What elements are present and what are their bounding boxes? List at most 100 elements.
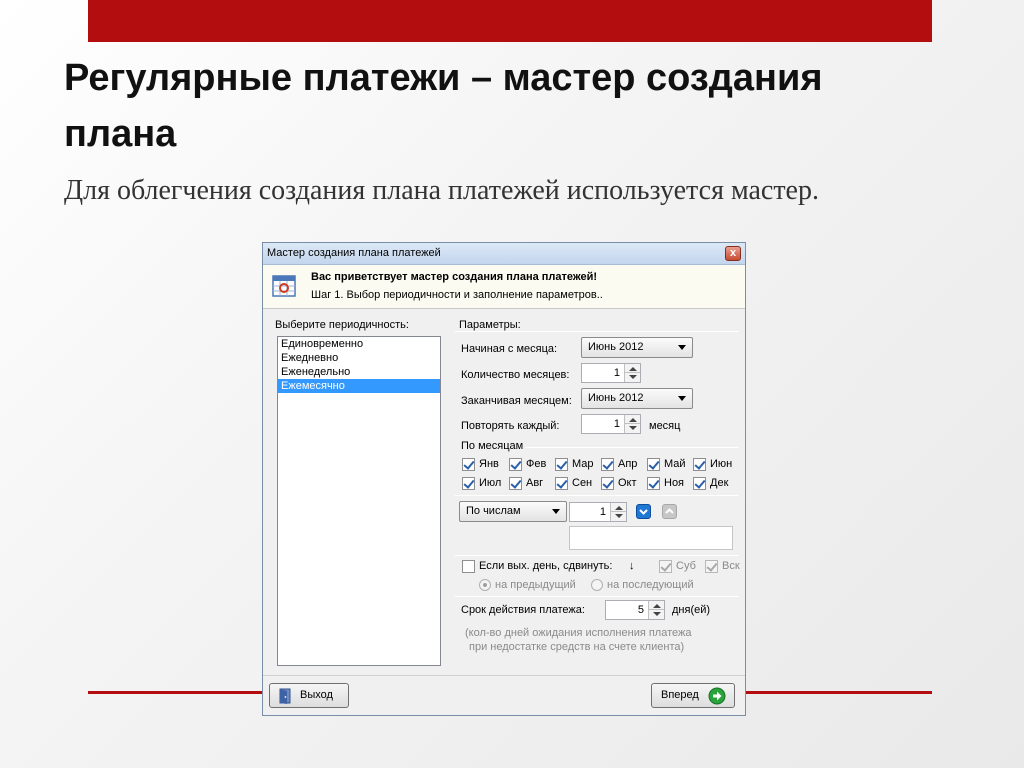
radio-previous[interactable]	[479, 579, 491, 591]
shift-separator	[455, 555, 739, 556]
start-month-select[interactable]: Июнь 2012	[581, 337, 693, 358]
checkbox-aug[interactable]	[509, 477, 522, 490]
checkbox-sep[interactable]	[555, 477, 568, 490]
chevron-down-icon	[678, 396, 686, 401]
periodicity-label: Выберите периодичность:	[275, 319, 409, 331]
month-label: Окт	[618, 477, 637, 489]
month-label: Дек	[710, 477, 729, 489]
stepper-buttons[interactable]	[648, 601, 664, 619]
shift-label: Если вых. день, сдвинуть:	[479, 560, 613, 572]
checkbox-jul[interactable]	[462, 477, 475, 490]
next-label: на последующий	[607, 579, 694, 591]
month-label: Янв	[479, 458, 499, 470]
calendar-icon	[272, 275, 296, 297]
checkbox-oct[interactable]	[601, 477, 614, 490]
month-label: Мар	[572, 458, 594, 470]
chevron-down-icon	[552, 509, 560, 514]
start-month-value: Июнь 2012	[588, 341, 644, 353]
month-label: Май	[664, 458, 686, 470]
month-label: Ноя	[664, 477, 685, 489]
params-separator	[455, 331, 739, 332]
chevron-up-button[interactable]	[662, 504, 677, 519]
term-unit: дня(ей)	[672, 604, 711, 616]
top-accent-bar	[88, 0, 932, 42]
exit-button-label: Выход	[300, 689, 333, 701]
term-note-line2: при недостатке средств на счете клиента)	[469, 641, 685, 653]
checkbox-nov[interactable]	[647, 477, 660, 490]
checkbox-sat[interactable]	[659, 560, 672, 573]
months-count-label: Количество месяцев:	[461, 369, 570, 381]
stepper-buttons[interactable]	[624, 415, 640, 433]
term-value: 5	[637, 604, 644, 616]
checkbox-may[interactable]	[647, 458, 660, 471]
month-label: Апр	[618, 458, 638, 470]
door-icon	[279, 688, 291, 704]
end-month-label: Заканчивая месяцем:	[461, 395, 572, 407]
repeat-unit: месяц	[649, 420, 681, 432]
chevron-up-icon	[665, 508, 674, 514]
list-item[interactable]: Единовременно	[278, 337, 440, 351]
periodicity-listbox[interactable]: Единовременно Ежедневно Еженедельно Ежем…	[277, 336, 441, 666]
by-dates-select[interactable]: По числам	[459, 501, 567, 522]
months-count-stepper[interactable]: 1	[581, 363, 641, 383]
month-label: Авг	[526, 477, 544, 489]
term-label: Срок действия платежа:	[461, 604, 585, 616]
sun-label: Вск	[722, 560, 740, 572]
dialog-title: Мастер создания плана платежей	[267, 247, 441, 259]
chevron-down-icon	[678, 345, 686, 350]
checkbox-jan[interactable]	[462, 458, 475, 471]
term-stepper[interactable]: 5	[605, 600, 665, 620]
term-note-line1: (кол-во дней ожидания исполнения платежа	[465, 627, 692, 639]
stepper-buttons[interactable]	[610, 503, 626, 521]
wizard-welcome-title: Вас приветствует мастер создания плана п…	[311, 271, 598, 283]
repeat-stepper[interactable]: 1	[581, 414, 641, 434]
end-month-select[interactable]: Июнь 2012	[581, 388, 693, 409]
months-separator	[525, 447, 739, 448]
exit-button[interactable]: Выход	[269, 683, 349, 708]
dates-separator	[455, 495, 739, 496]
shift-checkbox[interactable]	[462, 560, 475, 573]
slide-text: Для облегчения создания плана платежей и…	[64, 175, 819, 206]
previous-label: на предыдущий	[495, 579, 576, 591]
next-button[interactable]: Вперед	[651, 683, 735, 708]
sat-label: Суб	[676, 560, 696, 572]
checkbox-mar[interactable]	[555, 458, 568, 471]
slide-title: Регулярные платежи – мастер создания пла…	[64, 57, 823, 155]
checkbox-apr[interactable]	[601, 458, 614, 471]
checkbox-jun[interactable]	[693, 458, 706, 471]
dates-text-field[interactable]	[569, 526, 733, 550]
list-item[interactable]: Ежедневно	[278, 351, 440, 365]
month-label: Фев	[526, 458, 547, 470]
wizard-step-subtitle: Шаг 1. Выбор периодичности и заполнение …	[311, 289, 603, 301]
end-month-value: Июнь 2012	[588, 392, 644, 404]
footer-separator	[263, 675, 745, 676]
repeat-value: 1	[613, 418, 620, 430]
list-item[interactable]: Еженедельно	[278, 365, 440, 379]
term-separator	[455, 596, 739, 597]
params-label: Параметры:	[459, 319, 521, 331]
next-button-label: Вперед	[661, 689, 699, 701]
close-icon[interactable]: x	[725, 246, 741, 261]
chevron-down-button[interactable]	[636, 504, 651, 519]
start-month-label: Начиная с месяца:	[461, 343, 558, 355]
checkbox-dec[interactable]	[693, 477, 706, 490]
month-label: Июл	[479, 477, 502, 489]
month-label: Июн	[710, 458, 733, 470]
day-value: 1	[599, 506, 606, 518]
arrow-right-icon	[708, 687, 726, 705]
stepper-buttons[interactable]	[624, 364, 640, 382]
wizard-header: Вас приветствует мастер создания плана п…	[263, 265, 745, 309]
by-dates-value: По числам	[466, 505, 521, 517]
shift-arrow-icon: ↓	[629, 560, 635, 572]
day-stepper[interactable]: 1	[569, 502, 627, 522]
radio-next[interactable]	[591, 579, 603, 591]
month-label: Сен	[572, 477, 593, 489]
checkbox-sun[interactable]	[705, 560, 718, 573]
chevron-down-icon	[639, 509, 648, 515]
by-months-label: По месяцам	[461, 440, 524, 452]
checkbox-feb[interactable]	[509, 458, 522, 471]
list-item-selected[interactable]: Ежемесячно	[278, 379, 440, 393]
dialog-titlebar[interactable]: Мастер создания плана платежей x	[263, 243, 745, 265]
repeat-label: Повторять каждый:	[461, 420, 560, 432]
months-count-value: 1	[613, 367, 620, 379]
